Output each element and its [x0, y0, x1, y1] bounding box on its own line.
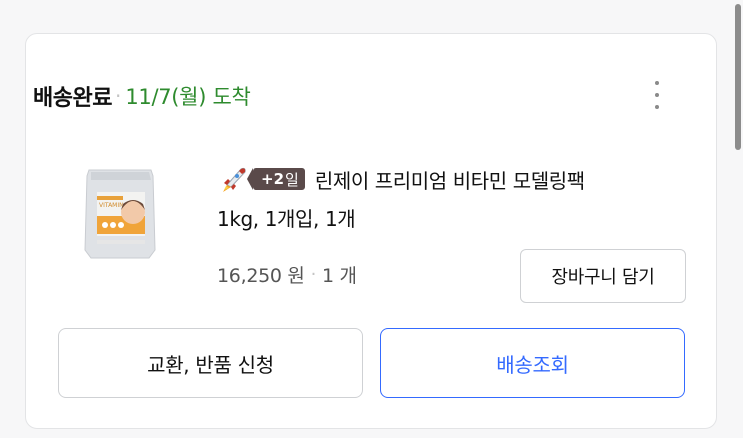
product-name-line1[interactable]: 린제이 프리미엄 비타민 모델링팩 — [315, 165, 585, 194]
scrollbar-thumb[interactable] — [735, 4, 741, 150]
product-image[interactable]: VITAMIN — [79, 162, 161, 264]
delivery-status: 배송완료 — [33, 86, 112, 111]
product-name-line2[interactable]: 1kg, 1개입, 1개 — [217, 203, 356, 232]
badge-unit: 일 — [285, 170, 299, 189]
rocket-delivery-icon — [223, 167, 246, 192]
track-delivery-button[interactable]: 배송조회 — [380, 328, 685, 398]
add-to-cart-button[interactable]: 장바구니 담기 — [520, 249, 686, 303]
price-row: 16,250 원 · 1 개 — [217, 258, 357, 290]
image-label: VITAMIN — [99, 202, 124, 209]
product-quantity: 1 개 — [322, 264, 357, 287]
page-scrollbar[interactable] — [733, 0, 743, 438]
delivery-days-badge: +2 일 — [247, 168, 305, 190]
product-price: 16,250 원 — [217, 264, 305, 287]
separator-dot: · — [310, 263, 317, 285]
more-vertical-icon[interactable] — [644, 78, 670, 112]
badge-count: +2 — [261, 170, 285, 188]
separator-dot: · — [114, 84, 122, 108]
order-header: 배송완료 · 11/7(월) 도착 — [33, 76, 251, 116]
arrival-date: 11/7(월) 도착 — [125, 85, 251, 109]
product-title-row: +2 일 린제이 프리미엄 비타민 모델링팩 — [215, 163, 585, 195]
exchange-return-button[interactable]: 교환, 반품 신청 — [58, 328, 363, 398]
